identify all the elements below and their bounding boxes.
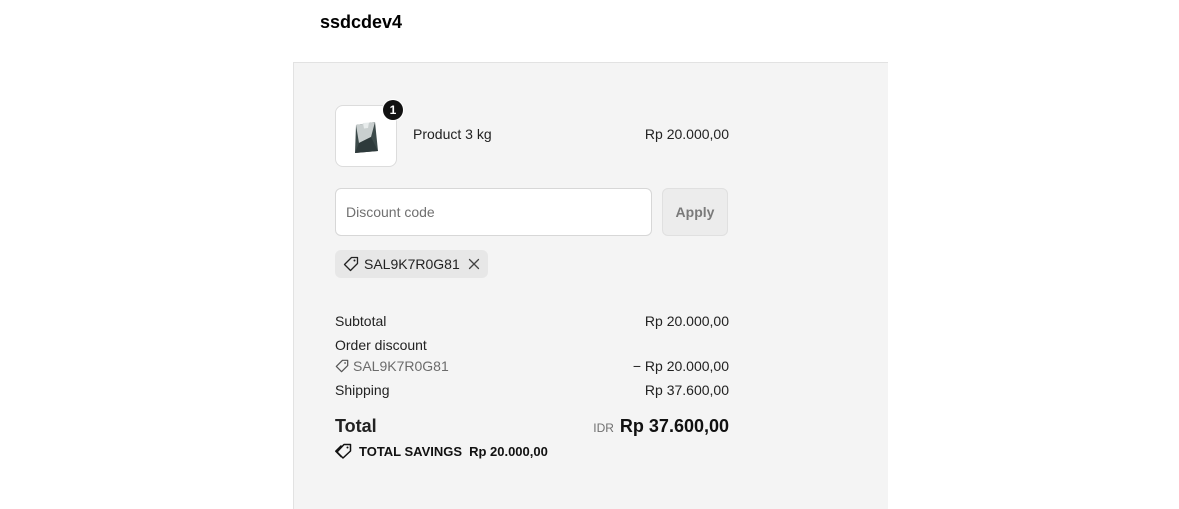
applied-discount-code: SAL9K7R0G81 [364, 256, 460, 272]
store-name[interactable]: ssdcdev4 [320, 12, 402, 33]
product-name: Product 3 kg [413, 126, 492, 142]
quantity-badge: 1 [383, 100, 403, 120]
cart-line-item: 1 Product 3 kg Rp 20.000,00 [335, 100, 729, 167]
apply-discount-button[interactable]: Apply [662, 188, 728, 236]
order-summary-panel: 1 Product 3 kg Rp 20.000,00 Apply SAL9K7… [293, 62, 888, 509]
discount-code-input[interactable] [335, 188, 652, 236]
order-discount-value: − Rp 20.000,00 [632, 358, 729, 374]
total-savings-label: TOTAL SAVINGS [359, 443, 463, 459]
subtotal-label: Subtotal [335, 313, 387, 329]
applied-discount-chip: SAL9K7R0G81 [335, 250, 488, 278]
tag-icon [343, 256, 359, 272]
product-thumbnail: 1 [335, 100, 403, 167]
total-savings-value: Rp 20.000,00 [469, 443, 548, 459]
total-value-group: IDR Rp 37.600,00 [593, 416, 729, 437]
order-discount-code: SAL9K7R0G81 [335, 358, 449, 374]
total-savings: TOTAL SAVINGS Rp 20.000,00 [335, 443, 548, 459]
shipping-label: Shipping [335, 382, 390, 398]
product-price: Rp 20.000,00 [644, 126, 729, 142]
tag-icon [335, 359, 349, 373]
grand-total-value: Rp 37.600,00 [619, 416, 729, 436]
subtotal-value: Rp 20.000,00 [644, 313, 729, 329]
order-discount-label: Order discount [335, 337, 427, 353]
shipping-value: Rp 37.600,00 [644, 382, 729, 398]
total-label: Total [335, 416, 377, 436]
product-bag-icon [355, 122, 378, 153]
close-icon[interactable] [468, 258, 480, 270]
savings-tag-icon [335, 443, 352, 459]
order-discount-code-text: SAL9K7R0G81 [353, 358, 449, 374]
currency-code: IDR [593, 421, 614, 435]
remove-discount-button[interactable] [468, 258, 480, 270]
